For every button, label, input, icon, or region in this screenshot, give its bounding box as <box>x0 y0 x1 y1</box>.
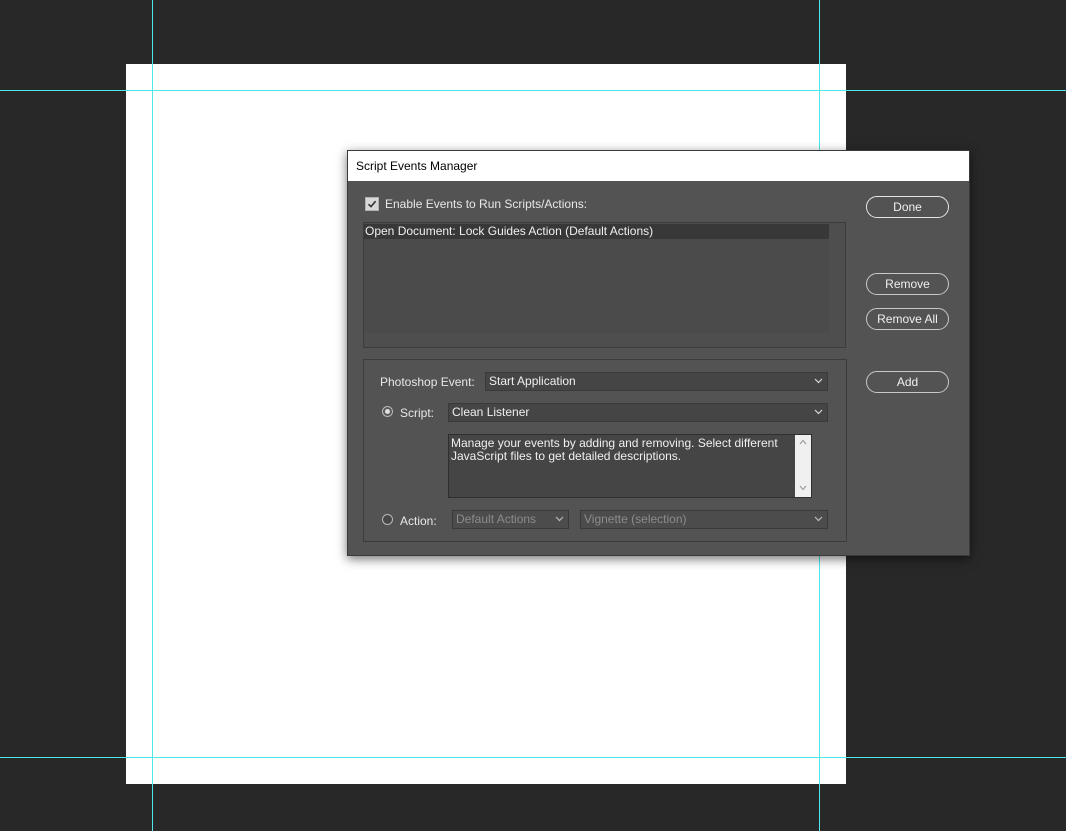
done-button-label: Done <box>893 200 922 214</box>
chevron-up-icon[interactable] <box>799 439 807 445</box>
vertical-guide <box>152 0 153 831</box>
action-value: Vignette (selection) <box>584 512 687 526</box>
vertical-scrollbar[interactable] <box>829 223 845 347</box>
chevron-down-icon <box>814 409 823 415</box>
dialog-titlebar[interactable]: Script Events Manager <box>348 151 969 181</box>
action-set-dropdown[interactable]: Default Actions <box>452 510 569 529</box>
action-label: Action: <box>400 514 437 528</box>
description-scrollbar[interactable] <box>795 435 811 497</box>
horizontal-guide <box>0 90 1066 91</box>
script-value: Clean Listener <box>452 405 530 419</box>
photoshop-event-dropdown[interactable]: Start Application <box>485 372 828 391</box>
events-list[interactable]: Open Document: Lock Guides Action (Defau… <box>363 222 846 348</box>
remove-all-button-label: Remove All <box>877 312 938 326</box>
script-description-box[interactable]: Manage your events by adding and removin… <box>448 434 812 498</box>
horizontal-guide <box>0 757 1066 758</box>
horizontal-scrollbar[interactable] <box>364 333 829 347</box>
action-radio[interactable] <box>382 514 393 525</box>
add-button[interactable]: Add <box>866 371 949 393</box>
script-radio[interactable] <box>382 406 393 417</box>
script-label: Script: <box>400 406 435 420</box>
enable-events-row[interactable]: Enable Events to Run Scripts/Actions: <box>365 197 587 211</box>
dialog-title: Script Events Manager <box>356 159 478 173</box>
script-events-manager-dialog: Script Events Manager Enable Events to R… <box>347 150 970 556</box>
action-set-value: Default Actions <box>456 512 537 526</box>
chevron-down-icon <box>814 378 823 384</box>
script-description: Manage your events by adding and removin… <box>451 436 778 463</box>
chevron-down-icon <box>555 516 564 522</box>
photoshop-event-label: Photoshop Event: <box>380 375 475 389</box>
action-dropdown[interactable]: Vignette (selection) <box>580 510 828 529</box>
remove-button[interactable]: Remove <box>866 273 949 295</box>
enable-events-checkbox[interactable] <box>365 197 379 211</box>
done-button[interactable]: Done <box>866 196 949 218</box>
script-dropdown[interactable]: Clean Listener <box>448 403 828 422</box>
chevron-down-icon <box>814 516 823 522</box>
event-configuration-group: Photoshop Event: Start Application Scrip… <box>363 359 847 542</box>
list-item[interactable]: Open Document: Lock Guides Action (Defau… <box>364 224 829 239</box>
enable-events-label: Enable Events to Run Scripts/Actions: <box>385 197 588 211</box>
checkmark-icon <box>367 200 377 208</box>
chevron-down-icon[interactable] <box>799 485 807 491</box>
remove-button-label: Remove <box>885 277 930 291</box>
photoshop-event-value: Start Application <box>489 374 576 388</box>
add-button-label: Add <box>896 375 919 389</box>
remove-all-button[interactable]: Remove All <box>866 308 949 330</box>
